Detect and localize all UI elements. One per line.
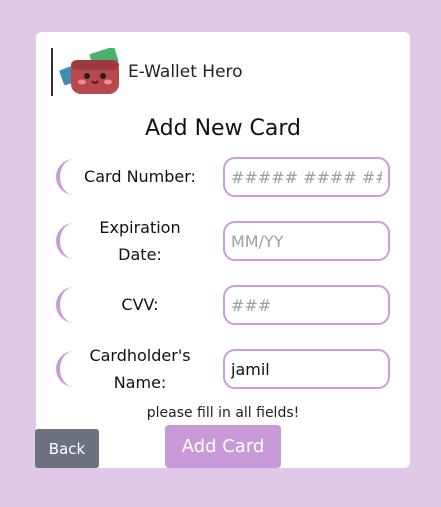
expiration-date-input[interactable]	[223, 221, 390, 261]
cardholder-name-row: Cardholder's Name:	[36, 346, 410, 392]
cardholder-name-label-line1: Cardholder's	[89, 346, 191, 365]
add-card-panel: E-Wallet Hero Add New Card Card Number: …	[36, 32, 410, 468]
card-number-label: Card Number:	[84, 167, 196, 186]
validation-hint: please fill in all fields!	[146, 405, 300, 421]
cardholder-name-input[interactable]	[223, 349, 390, 389]
add-card-button[interactable]: Add Card	[165, 425, 281, 468]
cvv-row: CVV:	[36, 285, 410, 325]
cvv-label: CVV:	[121, 295, 159, 314]
app-header: E-Wallet Hero	[51, 46, 391, 98]
header-divider	[51, 48, 53, 96]
expiration-date-label-line2: Date:	[118, 245, 162, 264]
app-title: E-Wallet Hero	[128, 62, 243, 82]
page-title: Add New Card	[144, 116, 302, 141]
cardholder-name-label-line2: Name:	[113, 373, 167, 392]
card-number-row: Card Number:	[36, 157, 410, 197]
expiration-date-row: Expiration Date:	[36, 218, 410, 264]
expiration-date-label: Expiration Date:	[70, 214, 210, 268]
expiration-date-label-line1: Expiration	[99, 218, 181, 237]
cardholder-name-label: Cardholder's Name:	[70, 342, 210, 396]
wallet-mascot-icon	[59, 48, 119, 94]
back-button[interactable]: Back	[35, 429, 99, 468]
cvv-input[interactable]	[223, 285, 390, 325]
card-number-input[interactable]	[223, 157, 390, 197]
